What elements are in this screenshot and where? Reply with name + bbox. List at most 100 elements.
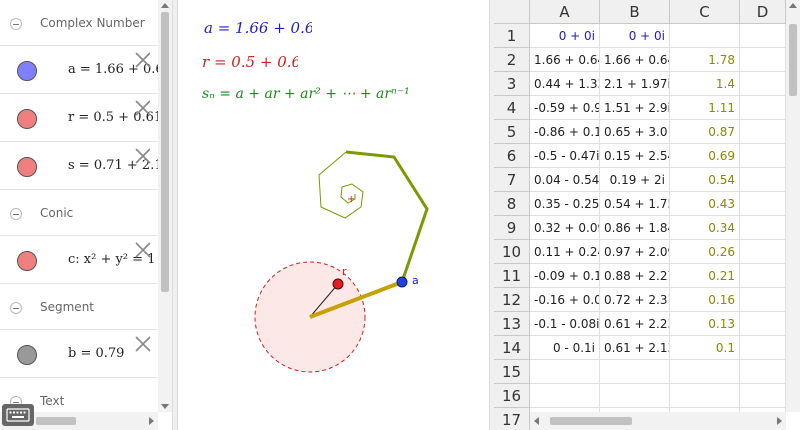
spreadsheet-cell[interactable] [530,384,600,408]
spreadsheet-cell[interactable]: 0.87 [670,120,740,144]
collapse-icon[interactable] [10,208,22,220]
scroll-thumb[interactable] [36,417,76,425]
spreadsheet-cell[interactable]: 0.21 [670,264,740,288]
row-header[interactable]: 2 [494,48,530,72]
spreadsheet-cell[interactable]: 0.04 - 0.54i [530,168,600,192]
partial-sum-path-tail[interactable] [318,151,364,219]
spreadsheet-cell[interactable] [740,216,786,240]
visibility-toggle-a[interactable] [17,61,37,81]
row-header[interactable]: 13 [494,312,530,336]
spreadsheet-cell[interactable] [740,360,786,384]
spreadsheet-cell[interactable] [740,384,786,408]
spreadsheet-cell[interactable]: 1.4 [670,72,740,96]
spreadsheet-cell[interactable]: 0.61 + 2.23i [600,312,670,336]
algebra-item-b[interactable]: b = 0.79 [0,330,158,378]
scroll-thumb[interactable] [550,417,632,425]
row-header[interactable]: 15 [494,360,530,384]
spreadsheet-cell[interactable]: -0.86 + 0.11i [530,120,600,144]
row-header[interactable]: 5 [494,120,530,144]
spreadsheet-cell[interactable]: 0.54 + 1.75i [600,192,670,216]
spreadsheet-cell[interactable] [740,72,786,96]
row-header[interactable]: 1 [494,24,530,48]
algebra-item-s[interactable]: s = 0.71 + 2.13i [0,142,158,190]
column-header[interactable]: C [670,0,740,24]
scroll-up-icon[interactable] [161,3,169,8]
spreadsheet-cell[interactable] [670,360,740,384]
row-header[interactable]: 4 [494,96,530,120]
row-header[interactable]: 8 [494,192,530,216]
spreadsheet-cell[interactable] [740,264,786,288]
spreadsheet-cell[interactable]: 0 + 0i [600,24,670,48]
spreadsheet-cell[interactable]: 0.86 + 1.84i [600,216,670,240]
row-header[interactable]: 7 [494,168,530,192]
spreadsheet-cell[interactable]: 0.44 + 1.33i [530,72,600,96]
spreadsheet-cell[interactable]: 0.69 [670,144,740,168]
spreadsheet-cell[interactable]: 0.65 + 3.01i [600,120,670,144]
spreadsheet-cell[interactable]: 0.16 [670,288,740,312]
group-segment[interactable]: Segment [0,284,158,330]
algebra-item-r[interactable]: r = 0.5 + 0.61i [0,94,158,142]
point-r[interactable] [332,278,344,290]
keyboard-button[interactable] [2,404,34,426]
row-header[interactable]: 3 [494,72,530,96]
spreadsheet-cell[interactable]: 0 + 0i [530,24,600,48]
spreadsheet-cell[interactable]: 0.43 [670,192,740,216]
scroll-left-icon[interactable] [534,417,539,425]
spreadsheet-cell[interactable]: 0.32 + 0.09i [530,216,600,240]
graphics-canvas[interactable]: + r a [178,0,489,430]
spreadsheet-cell[interactable]: 0 - 0.1i [530,336,600,360]
spreadsheet-cell[interactable]: 0.15 + 2.54i [600,144,670,168]
spreadsheet-cell[interactable]: 1.66 + 0.64i [600,48,670,72]
close-icon[interactable] [133,98,153,118]
group-complex-number[interactable]: Complex Number [0,0,158,46]
row-header[interactable]: 9 [494,216,530,240]
row-header[interactable]: 14 [494,336,530,360]
spreadsheet-cell[interactable] [740,120,786,144]
row-header[interactable]: 11 [494,264,530,288]
spreadsheet-cell[interactable] [670,24,740,48]
column-header[interactable]: A [530,0,600,24]
scroll-down-icon[interactable] [161,404,169,409]
column-header[interactable]: D [740,0,786,24]
spreadsheet-cell[interactable] [740,336,786,360]
close-icon[interactable] [133,334,153,354]
spreadsheet-cell[interactable] [740,288,786,312]
visibility-toggle-b[interactable] [17,345,37,365]
scroll-right-icon[interactable] [777,417,782,425]
spreadsheet-cell[interactable] [740,48,786,72]
spreadsheet-cell[interactable]: 1.11 [670,96,740,120]
point-a[interactable] [396,276,408,288]
close-icon[interactable] [133,240,153,260]
visibility-toggle-c[interactable] [17,251,37,271]
algebra-item-c[interactable]: c: x² + y² = 1 [0,236,158,284]
spreadsheet-cell[interactable]: 0.35 - 0.25i [530,192,600,216]
spreadsheet-cell[interactable] [740,240,786,264]
spreadsheet-cell[interactable] [600,360,670,384]
spreadsheet-horizontal-scrollbar[interactable] [530,412,786,430]
spreadsheet-cell[interactable]: -0.59 + 0.93i [530,96,600,120]
spreadsheet-cell[interactable]: 2.1 + 1.97i [600,72,670,96]
spreadsheet-cell[interactable] [600,384,670,408]
spreadsheet-cell[interactable]: -0.1 - 0.08i [530,312,600,336]
row-header[interactable]: 16 [494,384,530,408]
group-conic[interactable]: Conic [0,190,158,236]
spreadsheet-cell[interactable] [740,168,786,192]
algebra-vertical-scrollbar[interactable] [158,0,172,412]
spreadsheet-cell[interactable]: 0.26 [670,240,740,264]
spreadsheet-cell[interactable] [740,96,786,120]
spreadsheet-cell[interactable]: 0.97 + 2.09i [600,240,670,264]
scroll-thumb[interactable] [161,12,169,292]
close-icon[interactable] [133,146,153,166]
spreadsheet-cell[interactable] [530,360,600,384]
spreadsheet-cell[interactable]: 0.54 [670,168,740,192]
spreadsheet-cell[interactable]: 0.13 [670,312,740,336]
collapse-icon[interactable] [10,302,22,314]
spreadsheet-cell[interactable] [670,384,740,408]
spreadsheet-cell[interactable] [740,192,786,216]
visibility-toggle-s[interactable] [17,157,37,177]
collapse-icon[interactable] [10,18,22,30]
spreadsheet-vertical-scrollbar[interactable] [786,0,800,412]
algebra-value-b[interactable]: b = 0.79 [68,346,124,361]
spreadsheet-cell[interactable]: -0.5 - 0.47i [530,144,600,168]
row-header[interactable]: 17 [494,408,530,430]
